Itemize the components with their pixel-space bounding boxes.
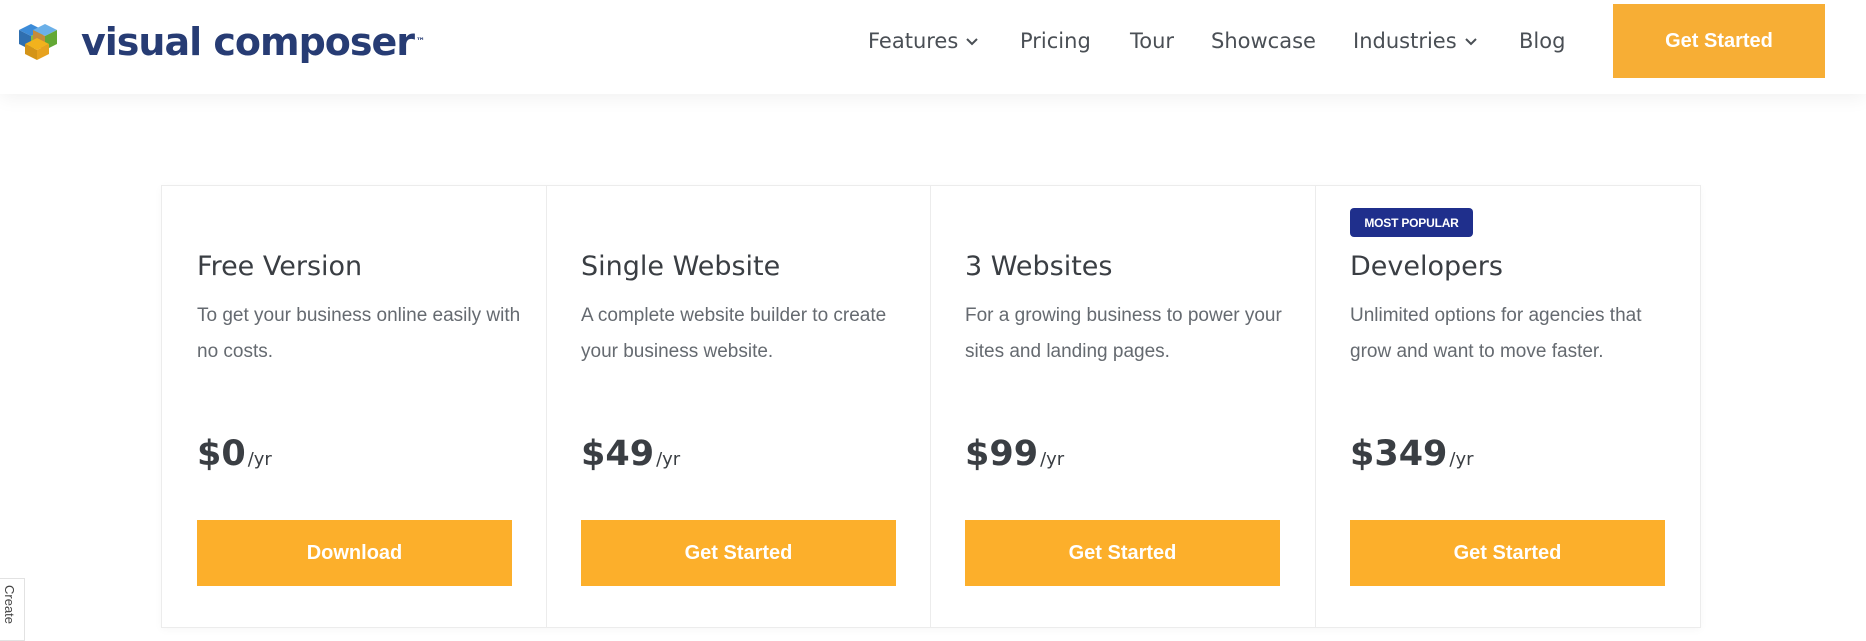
plan-description: To get your business online easily with … <box>197 305 521 362</box>
header-get-started-button[interactable]: Get Started <box>1613 4 1825 78</box>
logo-cubes-icon <box>19 24 57 60</box>
get-started-button[interactable]: Get Started <box>965 520 1280 586</box>
price-amount: $49 <box>581 434 655 474</box>
brand-logo[interactable]: visual composer ™ <box>17 18 425 66</box>
most-popular-badge: MOST POPULAR <box>1350 208 1473 237</box>
brand-trademark: ™ <box>416 37 426 47</box>
nav-item-blog[interactable]: Blog <box>1519 26 1565 56</box>
get-started-button[interactable]: Get Started <box>1350 520 1665 586</box>
chevron-down-icon <box>966 38 979 46</box>
plan-description: For a growing business to power your sit… <box>965 305 1282 362</box>
pricing-table: Free Version To get your business online… <box>161 185 1701 628</box>
nav-item-pricing[interactable]: Pricing <box>1020 26 1091 56</box>
side-tab-label: Create <box>2 585 17 625</box>
plan-title: 3 Websites <box>965 251 1113 282</box>
nav-item-tour[interactable]: Tour <box>1130 26 1174 56</box>
price-period: /yr <box>1040 449 1065 470</box>
price-amount: $0 <box>197 434 246 474</box>
get-started-button[interactable]: Get Started <box>581 520 896 586</box>
chevron-down-icon <box>1464 38 1477 46</box>
nav-item-label: Tour <box>1130 29 1175 53</box>
plan-title: Free Version <box>197 251 363 282</box>
create-side-tab[interactable]: Create <box>0 578 25 641</box>
nav-item-showcase[interactable]: Showcase <box>1211 26 1316 56</box>
plan-title: Single Website <box>581 251 781 282</box>
nav-item-features[interactable]: Features <box>868 26 979 56</box>
brand-name: visual composer <box>81 20 415 64</box>
price-period: /yr <box>247 449 272 470</box>
plan-card-3-websites: 3 Websites For a growing business to pow… <box>930 186 1316 627</box>
plan-description: Unlimited options for agencies that grow… <box>1350 305 1642 362</box>
price-period: /yr <box>1449 449 1474 470</box>
plan-description: A complete website builder to create you… <box>581 305 887 362</box>
plan-title: Developers <box>1350 251 1503 282</box>
nav-item-label: Industries <box>1353 29 1457 53</box>
plan-card-developers: MOST POPULAR Developers Unlimited option… <box>1315 186 1700 627</box>
plan-price: $49/yr <box>581 434 680 474</box>
price-period: /yr <box>656 449 681 470</box>
nav-item-label: Features <box>868 29 959 53</box>
plan-card-free: Free Version To get your business online… <box>162 186 547 627</box>
plan-price: $0/yr <box>197 434 272 474</box>
plan-price: $349/yr <box>1350 434 1474 474</box>
nav-item-label: Pricing <box>1020 29 1091 53</box>
plan-price: $99/yr <box>965 434 1064 474</box>
site-header: visual composer ™ Features Pricing Tour S… <box>0 0 1866 94</box>
download-button[interactable]: Download <box>197 520 512 586</box>
nav-item-label: Showcase <box>1211 29 1316 53</box>
nav-item-industries[interactable]: Industries <box>1353 26 1477 56</box>
nav-item-label: Blog <box>1519 29 1566 53</box>
price-amount: $349 <box>1350 434 1448 474</box>
plan-card-single-website: Single Website A complete website builde… <box>546 186 931 627</box>
price-amount: $99 <box>965 434 1039 474</box>
